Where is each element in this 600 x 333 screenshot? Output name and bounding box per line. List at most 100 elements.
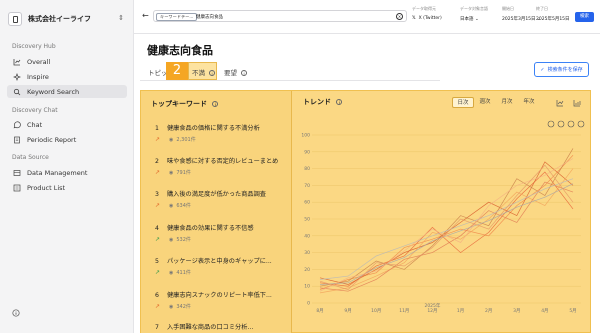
x-tick-label: 10月: [371, 308, 381, 314]
keyword-search-input[interactable]: キーワードテー... 健康志向食品 ×: [153, 10, 407, 22]
start-date-label: 開始日: [502, 6, 514, 11]
company-switcher[interactable]: 株式会社イーライフ ⇕: [8, 10, 126, 28]
start-date-field[interactable]: 開始日 2025年3月15日 ⌄: [502, 6, 541, 22]
range-weekly[interactable]: 週次: [474, 97, 496, 108]
source-select[interactable]: データ取得元 𝕏X (Twitter): [412, 6, 442, 21]
series-line: [319, 164, 574, 290]
keyword-rank: 2: [155, 158, 159, 165]
range-daily[interactable]: 日次: [452, 97, 474, 108]
sidebar-item-periodic-report[interactable]: Periodic Report: [7, 133, 127, 146]
zoom-in-icon[interactable]: [547, 120, 555, 128]
sidebar-item-inspire[interactable]: Inspire: [7, 70, 127, 83]
trend-up-icon: ↗: [155, 202, 161, 209]
reset-icon[interactable]: [567, 120, 575, 128]
tab-requests[interactable]: 要望 i: [224, 67, 248, 77]
back-arrow-icon[interactable]: ←: [142, 11, 149, 20]
y-tick-label: 10: [304, 284, 310, 290]
section-data-source: Data Source: [12, 154, 49, 161]
mention-icon: ◉: [169, 303, 174, 310]
tab-divider: [140, 80, 440, 81]
keyword-text: 入手困難な商品の口コミ分析...: [167, 324, 254, 331]
keyword-item[interactable]: 2 味や食感に対する否定的レビューまとめ ↗ ◉ 791件: [155, 156, 291, 176]
x-tick-label: 1月: [457, 308, 464, 314]
language-value: 日本語: [460, 17, 474, 22]
report-icon: [13, 136, 21, 144]
results-panel: トップキーワード i 1 健康食品の価格に関する不満分析 ↗ ◉ 2,301件 2 味や…: [140, 90, 591, 333]
language-label: データ対象言語: [460, 6, 488, 11]
range-yearly[interactable]: 年次: [518, 97, 540, 108]
keyword-item[interactable]: 3 購入後の満足度が低かった商品調査 ↗ ◉ 634件: [155, 189, 291, 209]
keyword-count: 342件: [176, 304, 191, 310]
sidebar-item-label: Data Management: [27, 168, 88, 177]
keyword-text: 健康食品の効果に関する不信感: [167, 225, 254, 232]
x-tick-label: 11月: [399, 308, 409, 314]
y-tick-label: 100: [301, 133, 310, 139]
zoom-out-icon[interactable]: [557, 120, 565, 128]
y-tick-label: 40: [304, 233, 310, 239]
keyword-item[interactable]: 6 健康志向スナックのリピート率低下... ↗ ◉ 342件: [155, 290, 291, 310]
end-date-label: 終了日: [536, 6, 548, 11]
chevron-updown-icon: ⇕: [118, 14, 124, 22]
trend-chart: 0 10 20 30 40 50 60 70 80 90 100 8月 9月 10月 11月 12月 1月 2月 3…: [296, 113, 588, 331]
trend-chart-svg: 01020304050607080901008月 9月 10月 11月 12月 1月 2月 3…: [301, 120, 585, 314]
keyword-text: パッケージ表示と中身のギャップに...: [167, 258, 272, 265]
search-icon: [13, 88, 21, 96]
y-tick-label: 90: [304, 149, 310, 155]
keyword-rank: 1: [155, 125, 159, 132]
sidebar-item-overall[interactable]: Overall: [7, 55, 127, 68]
chevron-down-icon: ⌄: [474, 17, 479, 22]
mention-icon: ◉: [169, 136, 174, 143]
mention-icon: ◉: [169, 202, 174, 209]
sidebar-item-chat[interactable]: Chat: [7, 118, 127, 131]
y-tick-label: 30: [304, 250, 310, 256]
chat-icon: [13, 120, 21, 129]
info-icon: i: [241, 70, 248, 76]
keyword-item[interactable]: 1 健康食品の価格に関する不満分析 ↗ ◉ 2,301件: [155, 123, 291, 143]
list-icon: [13, 184, 21, 192]
range-monthly[interactable]: 月次: [496, 97, 518, 108]
sidebar-item-label: Keyword Search: [27, 87, 80, 96]
sidebar-item-keyword-search[interactable]: Keyword Search: [7, 85, 127, 98]
y-tick-label: 50: [304, 217, 310, 223]
sidebar: 株式会社イーライフ ⇕ Discovery Hub Overall Inspir…: [0, 0, 134, 333]
x-tick-label: 8月: [316, 308, 323, 314]
keyword-theme-chip[interactable]: キーワードテー...: [156, 12, 198, 21]
trend-up-icon: ↗: [155, 236, 161, 243]
sidebar-item-label: Chat: [27, 120, 43, 129]
trend-up-icon: ↗: [155, 169, 161, 176]
sidebar-item-product-list[interactable]: Product List: [7, 181, 127, 194]
search-keyword: 健康志向食品: [196, 14, 223, 20]
trend-up-icon: ↗: [155, 269, 161, 276]
tab-complaints[interactable]: 不満 i: [192, 67, 216, 77]
check-icon: ✓: [540, 66, 545, 73]
y-tick-label: 0: [307, 301, 310, 307]
mention-icon: ◉: [169, 169, 174, 176]
start-date-value: 2025年3月15日: [502, 17, 536, 22]
keyword-text: 健康志向スナックのリピート率低下...: [167, 292, 272, 299]
bar-chart-icon[interactable]: [573, 99, 581, 107]
mention-icon: ◉: [169, 269, 174, 276]
x-logo-icon: 𝕏: [412, 16, 416, 21]
tab-label: 不満: [192, 69, 205, 77]
keyword-item[interactable]: 5 パッケージ表示と中身のギャップに... ↗ ◉ 411件: [155, 256, 291, 276]
line-chart-icon[interactable]: [556, 99, 564, 107]
info-icon[interactable]: [12, 309, 20, 317]
source-label: データ取得元: [412, 6, 436, 11]
keyword-rank: 5: [155, 258, 159, 265]
sidebar-item-label: Product List: [27, 183, 66, 192]
y-tick-label: 80: [304, 166, 310, 172]
keyword-item[interactable]: 7 入手困難な商品の口コミ分析...: [155, 322, 291, 331]
search-button[interactable]: 検索: [575, 12, 594, 22]
series-line: [319, 178, 574, 280]
keyword-item[interactable]: 4 健康食品の効果に関する不信感 ↗ ◉ 532件: [155, 223, 291, 243]
end-date-field-wrap[interactable]: 終了日 2025年5月15日: [536, 6, 570, 22]
x-tick-label: 5月: [569, 308, 576, 314]
pan-icon[interactable]: [577, 120, 585, 128]
language-select[interactable]: データ対象言語 日本語 ⌄: [460, 6, 488, 22]
trend-up-icon: ↗: [155, 303, 161, 310]
sidebar-item-data-management[interactable]: Data Management: [7, 166, 127, 179]
series-line: [319, 181, 574, 292]
save-conditions-button[interactable]: ✓ 検索条件を保存: [534, 62, 589, 77]
clear-icon[interactable]: ×: [396, 12, 403, 20]
building-icon: [8, 12, 22, 26]
